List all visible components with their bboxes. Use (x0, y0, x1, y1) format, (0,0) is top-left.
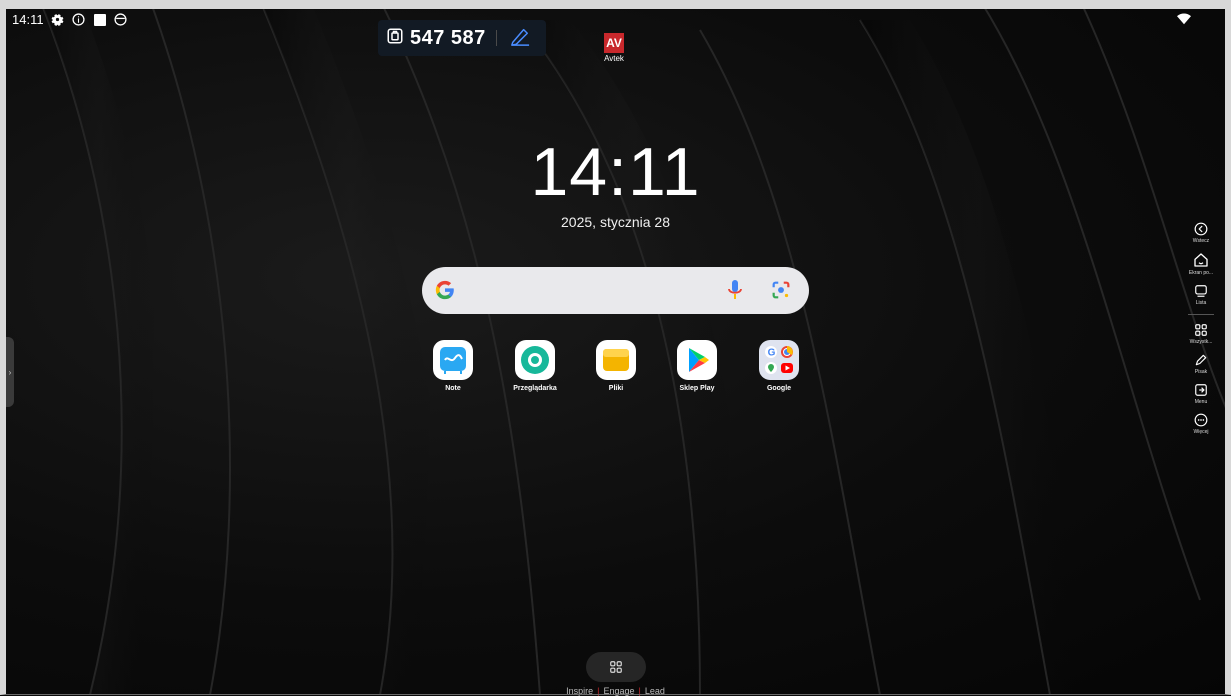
nav-label: Wstecz (1192, 238, 1210, 244)
chevron-right-icon: › (8, 367, 12, 377)
status-bar: 14:11 (12, 12, 128, 27)
app-play-store[interactable]: Sklep Play (657, 340, 737, 392)
settings-gear-icon[interactable] (51, 13, 65, 27)
avtek-logo-mark: AV (604, 33, 624, 53)
nav-home[interactable]: Ekran po... (1186, 252, 1216, 276)
clock-date: 2025, stycznia 28 (561, 214, 670, 230)
nav-more[interactable]: Więcej (1186, 413, 1216, 435)
microphone-icon[interactable] (727, 278, 743, 307)
nav-all-apps[interactable]: Wszystk... (1186, 323, 1216, 345)
nav-divider (1188, 314, 1214, 315)
app-drawer-icon (610, 661, 622, 673)
avtek-logo-name: Avtek (604, 54, 624, 63)
google-search-bar[interactable] (422, 267, 809, 314)
back-icon (1194, 222, 1208, 236)
all-apps-icon (1195, 324, 1207, 336)
app-drawer-button[interactable] (586, 652, 646, 682)
nav-recents[interactable]: Lista (1186, 284, 1216, 306)
avtek-logo: AV Avtek (603, 33, 625, 63)
app-google-folder[interactable]: G Google (739, 340, 819, 392)
play-store-icon (677, 340, 717, 380)
wifi-icon (1177, 12, 1191, 30)
right-navigation-bar: Wstecz Ekran po... Lista Wszystk... Pisa… (1186, 222, 1216, 443)
note-icon (433, 340, 473, 380)
nav-label: Ekran po... (1188, 270, 1214, 276)
left-sidebar-handle[interactable]: › (6, 337, 14, 407)
google-g-icon (434, 279, 456, 306)
status-time: 14:11 (12, 12, 44, 27)
square-icon[interactable] (93, 13, 107, 27)
app-note[interactable]: Note (413, 340, 493, 392)
recent-apps-icon (1195, 285, 1207, 297)
home-icon (1194, 253, 1208, 267)
svg-text:G: G (768, 348, 776, 359)
clock-time: 14:11 (530, 134, 701, 210)
app-label: Sklep Play (679, 385, 715, 392)
pen-edit-icon[interactable] (509, 26, 531, 51)
files-icon (596, 340, 636, 380)
nav-label: Wszystk... (1189, 339, 1213, 345)
divider (495, 30, 497, 46)
app-label: Pliki (608, 385, 624, 392)
nav-back[interactable]: Wstecz (1186, 222, 1216, 244)
nav-pen[interactable]: Pisak (1186, 353, 1216, 375)
app-label: Google (766, 385, 792, 392)
info-circle-icon[interactable] (72, 13, 86, 27)
browser-icon (515, 340, 555, 380)
menu-exit-icon (1195, 384, 1207, 396)
app-files[interactable]: Pliki (576, 340, 656, 392)
nav-label: Lista (1195, 300, 1207, 306)
google-lens-icon[interactable] (770, 279, 792, 306)
share-code: 547 587 (410, 26, 486, 49)
google-folder-icon: G (759, 340, 799, 380)
more-icon (1194, 413, 1208, 427)
cast-icon (386, 27, 404, 50)
share-code-pill[interactable]: 547 587 (378, 20, 546, 56)
nav-label: Więcej (1193, 429, 1209, 435)
app-label: Note (445, 385, 461, 392)
nav-label: Menu (1194, 399, 1208, 405)
nav-menu[interactable]: Menu (1186, 383, 1216, 405)
screen-record-icon[interactable] (114, 13, 128, 27)
nav-label: Pisak (1194, 369, 1208, 375)
app-label: Przeglądarka (513, 385, 557, 392)
pen-icon (1195, 354, 1207, 366)
app-browser[interactable]: Przeglądarka (495, 340, 575, 392)
